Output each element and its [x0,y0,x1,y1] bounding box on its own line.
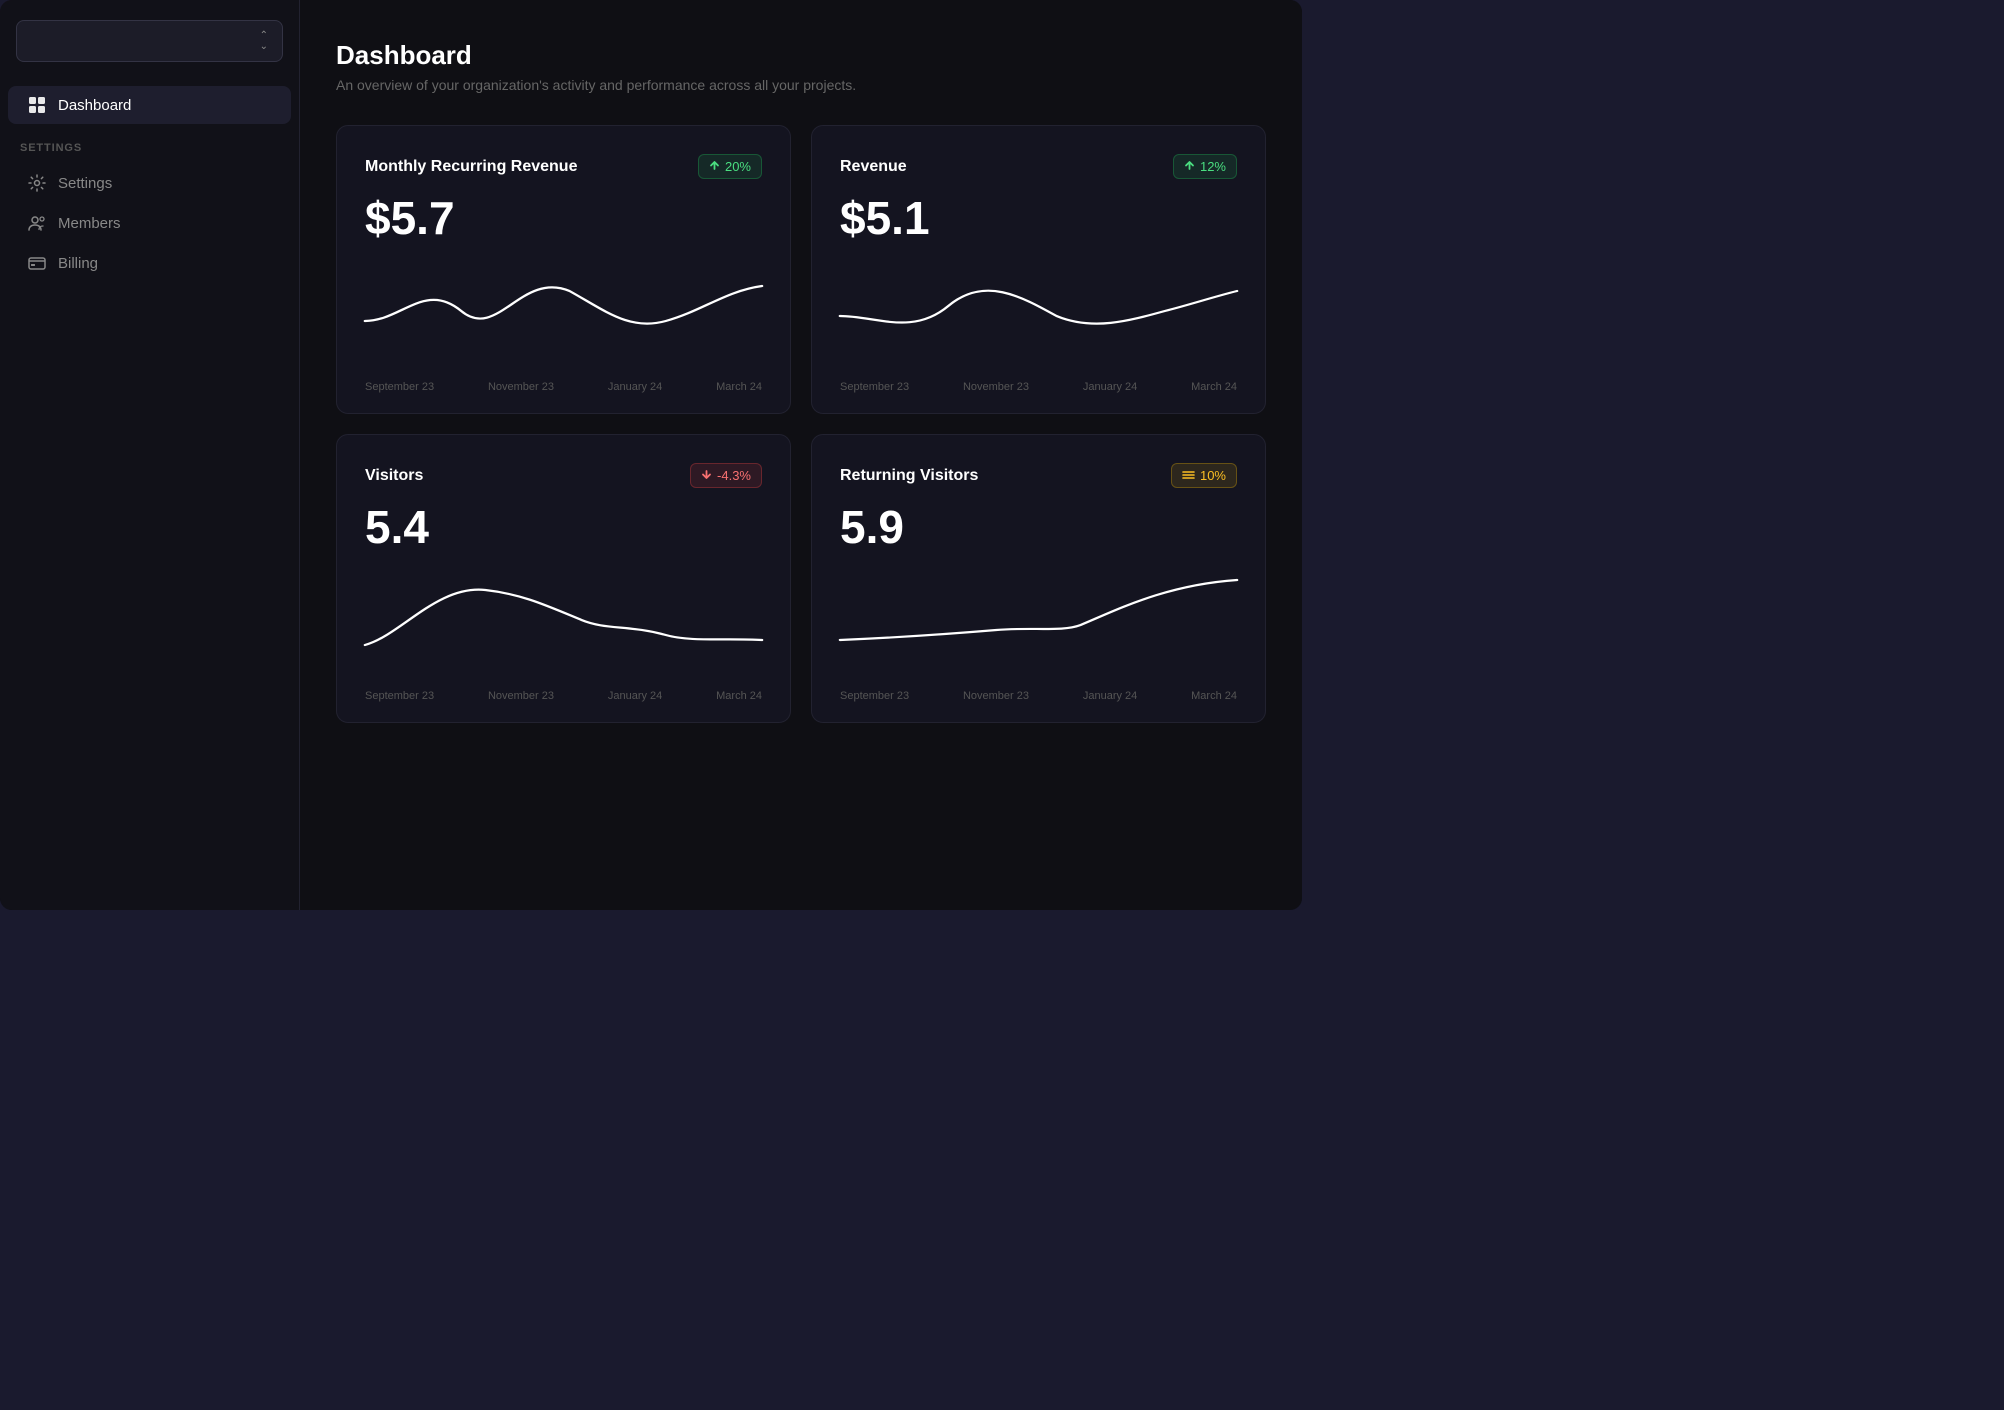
metric-returning-badge-value: 10% [1200,468,1226,483]
metric-card-revenue: Revenue 12% $5.1 September 23 [811,125,1266,414]
settings-icon [28,174,46,192]
metric-mrr-value: $5.7 [365,195,762,241]
chart-label-sep23-rev: September 23 [840,381,909,393]
sidebar-item-settings-label: Settings [58,175,112,192]
chart-label-jan24-mrr: January 24 [608,381,662,393]
chart-visitors-area [365,570,762,680]
org-dropdown[interactable]: ⌃⌄ [16,20,283,62]
sidebar-item-members[interactable]: Members [8,204,291,242]
metric-card-mrr-header: Monthly Recurring Revenue 20% [365,154,762,179]
chart-label-mar24-mrr: March 24 [716,381,762,393]
metric-visitors-title: Visitors [365,467,423,485]
sidebar: ⌃⌄ Dashboard SETTINGS [0,0,300,910]
billing-icon [28,254,46,272]
chart-mrr-area [365,261,762,371]
org-dropdown-text [31,34,35,49]
chart-label-nov23-mrr: November 23 [488,381,554,393]
menu-icon [1182,468,1195,483]
metric-revenue-badge-value: 12% [1200,159,1226,174]
metric-visitors-badge: -4.3% [690,463,762,488]
arrow-up-icon [709,159,720,174]
chart-mrr-labels: September 23 November 23 January 24 Marc… [365,381,762,393]
metric-mrr-badge-value: 20% [725,159,751,174]
chart-label-nov23-ret: November 23 [963,690,1029,702]
chart-visitors-svg [365,570,762,670]
chart-label-jan24-rev: January 24 [1083,381,1137,393]
metric-card-visitors-header: Visitors -4.3% [365,463,762,488]
chart-revenue-area [840,261,1237,371]
chart-returning-area [840,570,1237,680]
metrics-grid: Monthly Recurring Revenue 20% $5.7 [336,125,1266,723]
sidebar-item-settings[interactable]: Settings [8,164,291,202]
metric-card-returning-header: Returning Visitors 10% [840,463,1237,488]
chart-returning-svg [840,570,1237,670]
chart-label-jan24-vis: January 24 [608,690,662,702]
chart-returning-labels: September 23 November 23 January 24 Marc… [840,690,1237,702]
arrow-down-icon [701,468,712,483]
chart-label-jan24-ret: January 24 [1083,690,1137,702]
chart-mrr-svg [365,261,762,361]
metric-card-revenue-header: Revenue 12% [840,154,1237,179]
chart-label-sep23-mrr: September 23 [365,381,434,393]
metric-visitors-value: 5.4 [365,504,762,550]
metric-card-mrr: Monthly Recurring Revenue 20% $5.7 [336,125,791,414]
page-subtitle: An overview of your organization's activ… [336,77,1266,93]
chart-label-mar24-vis: March 24 [716,690,762,702]
sidebar-item-billing[interactable]: Billing [8,244,291,282]
main-content: Dashboard An overview of your organizati… [300,0,1302,910]
dashboard-icon [28,96,46,114]
metric-card-returning: Returning Visitors 10% 5.9 September [811,434,1266,723]
chart-revenue-svg [840,261,1237,361]
sidebar-item-dashboard-label: Dashboard [58,97,131,114]
metric-returning-title: Returning Visitors [840,467,978,485]
metric-mrr-title: Monthly Recurring Revenue [365,158,577,176]
chevron-icon: ⌃⌄ [260,30,268,52]
settings-section-label: SETTINGS [0,126,299,162]
metric-revenue-value: $5.1 [840,195,1237,241]
page-title: Dashboard [336,40,1266,71]
metric-revenue-title: Revenue [840,158,907,176]
metric-returning-badge: 10% [1171,463,1237,488]
chart-label-nov23-vis: November 23 [488,690,554,702]
sidebar-item-dashboard[interactable]: Dashboard [8,86,291,124]
chart-label-nov23-rev: November 23 [963,381,1029,393]
chart-label-sep23-ret: September 23 [840,690,909,702]
chart-label-mar24-ret: March 24 [1191,690,1237,702]
metric-returning-value: 5.9 [840,504,1237,550]
chart-revenue-labels: September 23 November 23 January 24 Marc… [840,381,1237,393]
chart-visitors-labels: September 23 November 23 January 24 Marc… [365,690,762,702]
members-icon [28,214,46,232]
metric-mrr-badge: 20% [698,154,762,179]
metric-card-visitors: Visitors -4.3% 5.4 September 23 [336,434,791,723]
chart-label-mar24-rev: March 24 [1191,381,1237,393]
sidebar-item-billing-label: Billing [58,255,98,272]
arrow-up-icon-2 [1184,159,1195,174]
page-header: Dashboard An overview of your organizati… [336,40,1266,93]
metric-visitors-badge-value: -4.3% [717,468,751,483]
chart-label-sep23-vis: September 23 [365,690,434,702]
metric-revenue-badge: 12% [1173,154,1237,179]
sidebar-item-members-label: Members [58,215,121,232]
app-container: ⌃⌄ Dashboard SETTINGS [0,0,1302,910]
